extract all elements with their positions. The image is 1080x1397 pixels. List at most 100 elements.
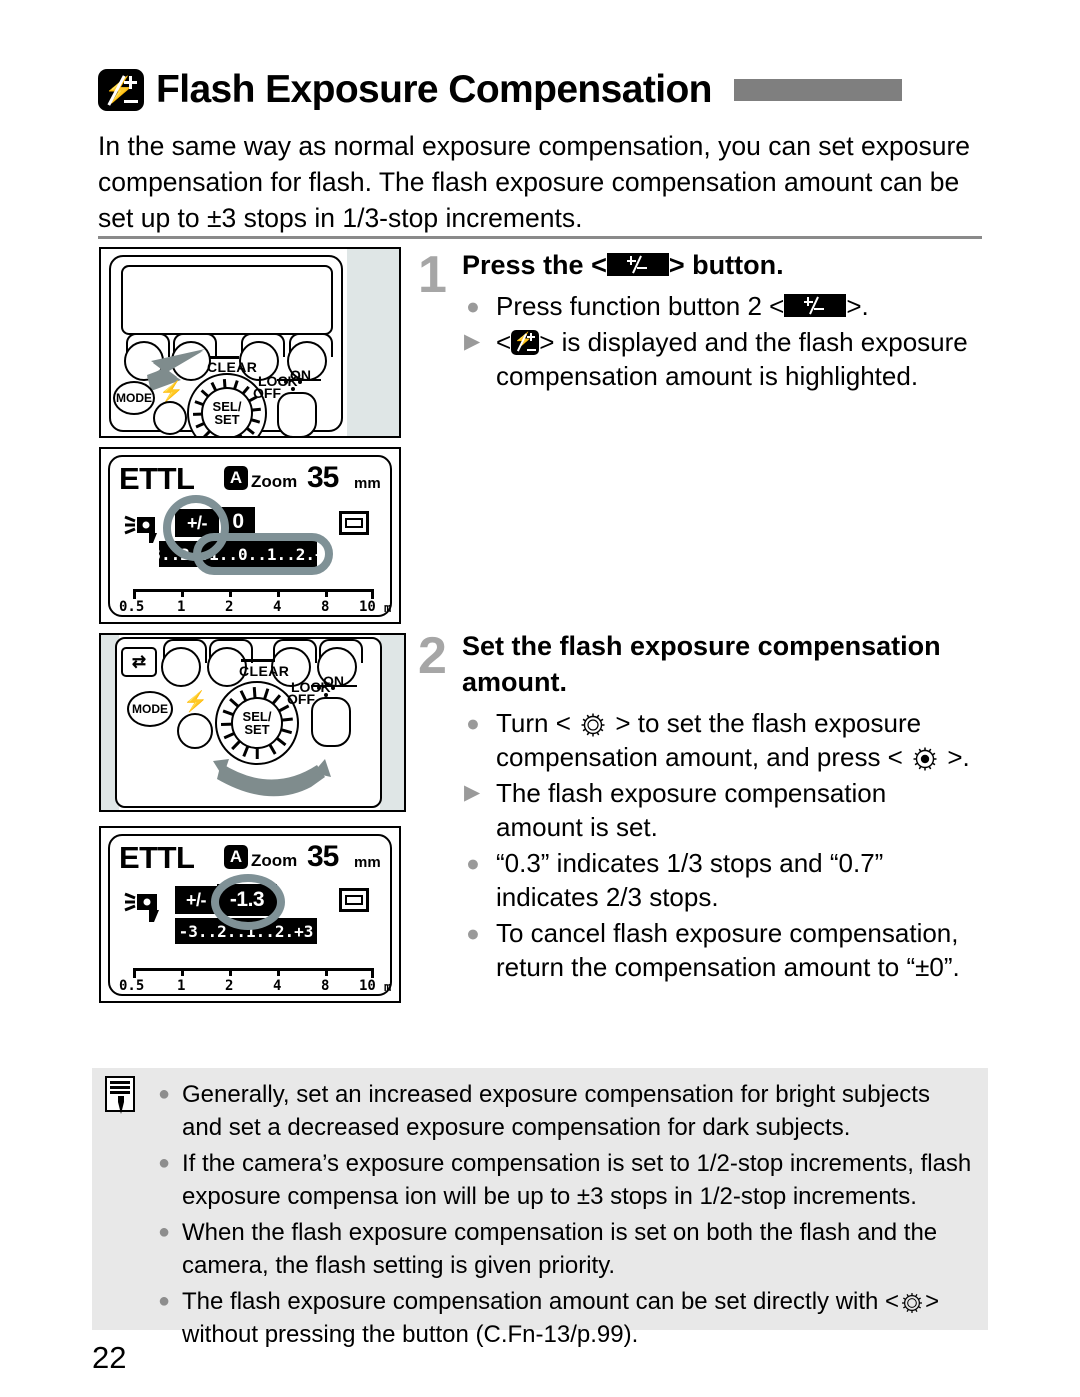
mode-button-label-2: MODE (132, 702, 168, 716)
lcd-focal-length-2: 35 (307, 840, 339, 873)
flash-exposure-compensation-icon: ⚡ (98, 69, 144, 111)
step-1-bullet-2-before: < (496, 327, 512, 357)
plus-minus-button-icon (784, 294, 847, 317)
note-item-3-text: When the flash exposure compensation is … (182, 1219, 938, 1279)
lcd-focal-length-1: 35 (307, 461, 339, 494)
rotate-dial-arrow-icon (213, 759, 331, 797)
step-1-number: 1 (418, 246, 447, 304)
section-divider (98, 236, 982, 239)
step-2-bullets: ● Turn < > to set the flash exposure com… (462, 706, 978, 984)
mode-button-label: MODE (116, 391, 152, 405)
function-button-1-2 (161, 647, 201, 687)
lcd-coverage-icon-1 (339, 511, 369, 535)
bullet-dot-icon: ● (466, 850, 480, 876)
step-2-bullet-3-text: “0.3” indicates 1/3 stops and “0.7” indi… (496, 848, 884, 912)
page-number: 22 (92, 1340, 127, 1375)
note-item-3: ● When the flash exposure compensation i… (158, 1216, 974, 1282)
step-2-bullet-4: ● To cancel flash exposure compensation,… (462, 916, 978, 984)
note-list: ● Generally, set an increased exposure c… (158, 1078, 974, 1354)
step-1-bullets: ● Press function button 2 < >. ▶ <⚡> is d… (462, 289, 978, 393)
step-1: 1 Press the < > button. ● Press function … (418, 247, 978, 393)
bullet-dot-icon: ● (158, 1221, 171, 1243)
step-1-bullet-2: ▶ <⚡> is displayed and the flash exposur… (462, 325, 978, 393)
step-1-bullet-2-after: > is displayed and the flash exposure co… (496, 327, 968, 391)
lcd-dist-tick-0: 0.5 (119, 599, 145, 615)
step-2-bullet-1-p4: >. (947, 742, 970, 772)
lcd-dist-tick-4: 8 (321, 599, 330, 615)
clear-bracket-line-2 (241, 659, 275, 662)
lcd-dist-tick-2: 2 (225, 599, 234, 615)
flash-body-side-right-2 (380, 635, 404, 810)
bullet-dot-icon: ● (466, 710, 480, 736)
flash-body-side (347, 249, 399, 436)
step-2-number: 2 (418, 627, 447, 685)
lcd-dist-unit-1: m (384, 601, 392, 615)
set-button-2: SEL/ SET (231, 697, 283, 749)
step-2-bullet-2: ▶ The flash exposure compensation amount… (462, 776, 978, 844)
flash-mode-button-2 (177, 713, 213, 749)
lcd-dist-tick-3-2: 4 (273, 978, 282, 994)
page-title: Flash Exposure Compensation (156, 68, 713, 111)
lcd-dist-tick-1-2: 1 (177, 978, 186, 994)
bullet-triangle-icon: ▶ (464, 330, 481, 353)
bullet-dot-icon: ● (466, 920, 480, 946)
page-title-row: ⚡ Flash Exposure Compensation (98, 62, 982, 118)
figure-lcd-before: ETTL A Zoom 35 mm +/- 0 -3..2..1..0..1..… (99, 447, 401, 624)
lcd-dist-tick-1: 1 (177, 599, 186, 615)
note-item-1-text: Generally, set an increased exposure com… (182, 1081, 930, 1141)
lcd-zoom-label-1: Zoom (251, 472, 298, 491)
lcd-distance-scale-line-2 (133, 968, 373, 971)
select-dial-icon (899, 1290, 925, 1316)
note-item-2-text: If the camera’s exposure compensation is… (182, 1150, 972, 1210)
lcd-dist-tick-5: 10 (359, 599, 376, 615)
power-switch-2 (311, 697, 351, 747)
plus-vertical-glyph (129, 76, 132, 89)
wireless-button-2: ⇄ (121, 647, 157, 677)
off-label: OFF (253, 385, 281, 401)
lcd-dist-tick-5-2: 10 (359, 978, 376, 994)
flash-lcd-screen-area (121, 265, 333, 335)
bullet-triangle-icon: ▶ (464, 781, 481, 804)
step-1-bullet-1: ● Press function button 2 < >. (462, 289, 978, 323)
flash-mode-button (153, 401, 187, 435)
step-1-heading: Press the < > button. (462, 247, 978, 283)
note-item-1: ● Generally, set an increased exposure c… (158, 1078, 974, 1144)
lcd-zoom-auto-badge-1: A (224, 466, 248, 490)
lcd-focal-unit-2: mm (354, 854, 381, 871)
lcd-focal-unit-1: mm (354, 475, 381, 492)
bullet-dot-icon: ● (158, 1152, 171, 1174)
step-2-bullet-4-text: To cancel flash exposure compensation, r… (496, 918, 960, 982)
step-2-heading: Set the flash exposure compensation amou… (462, 631, 941, 697)
lcd-dist-tick-2-2: 2 (225, 978, 234, 994)
lcd-dist-tick-4-2: 8 (321, 978, 330, 994)
bullet-dot-icon: ● (158, 1083, 171, 1105)
lcd-mode-ettl-1: ETTL (119, 461, 195, 496)
figure-lcd-after: ETTL A Zoom 35 mm +/- -1.3 -3..2..1..2.+… (99, 826, 401, 1003)
lcd-dist-tick-3: 4 (273, 599, 282, 615)
set-dial-icon (910, 744, 940, 774)
figure-flash-rear-panel-1: CLEAR MODE ⚡ SEL/ SET LOCK ON OFF (99, 247, 401, 438)
lcd-flash-symbol-2 (124, 892, 159, 922)
step-1-heading-after: > button. (668, 250, 784, 280)
memo-note-icon (105, 1076, 135, 1114)
mode-button-2: MODE (127, 691, 173, 727)
lcd-distance-scale-line-1 (133, 589, 373, 592)
lcd-zoom-auto-badge-2: A (224, 845, 248, 869)
note-box: ● Generally, set an increased exposure c… (92, 1068, 988, 1348)
plus-minus-button-icon (606, 253, 669, 276)
step-1-heading-before: Press the < (462, 250, 607, 280)
lcd-dist-unit-2: m (384, 980, 392, 994)
step-2-bullet-1: ● Turn < > to set the flash exposure com… (462, 706, 978, 774)
step-2-bullet-3: ● “0.3” indicates 1/3 stops and “0.7” in… (462, 846, 978, 914)
figure-flash-rear-panel-2: ⇄ CLEAR MODE ⚡ SEL/ SET LOCK ON OFF (99, 633, 406, 812)
lcd-zoom-label-2: Zoom (251, 851, 298, 870)
off-label-2: OFF (287, 691, 315, 707)
clear-label-2: CLEAR (239, 663, 290, 679)
bullet-dot-icon: ● (466, 293, 480, 319)
step-2-bullet-2-text: The flash exposure compensation amount i… (496, 778, 887, 842)
note-item-4: ● The flash exposure compensation amount… (158, 1285, 974, 1351)
step-1-bullet-1-before: Press function button 2 < (496, 291, 785, 321)
highlight-ring-scale-1 (193, 533, 333, 575)
note-item-2: ● If the camera’s exposure compensation … (158, 1147, 974, 1213)
flash-exposure-compensation-icon: ⚡ (511, 330, 540, 355)
